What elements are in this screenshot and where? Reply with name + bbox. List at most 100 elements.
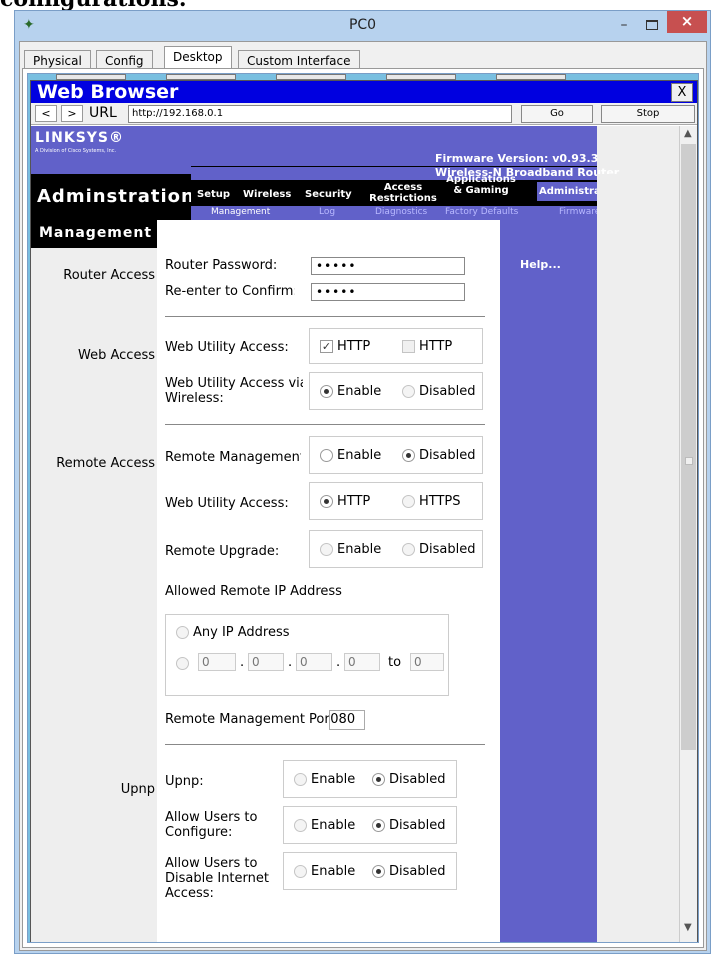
allowed-ip-box: Any IP Address 0 . 0 . 0 . 0 to 0 bbox=[165, 614, 449, 696]
subnav-log[interactable]: Log bbox=[319, 207, 335, 217]
upnp-enable-option[interactable]: Enable bbox=[294, 772, 355, 787]
reenter-password-label: Re-enter to Confirm: bbox=[165, 284, 295, 299]
wireless-disable-radio[interactable] bbox=[402, 385, 415, 398]
router-password-input[interactable]: ••••• bbox=[311, 257, 465, 275]
label-remote-access: Remote Access bbox=[56, 456, 155, 471]
browser-close-button[interactable]: X bbox=[671, 83, 693, 102]
desktop-panel: Web Browser X < > URL http://192.168.0.1… bbox=[22, 68, 704, 948]
web-utility-access-label: Web Utility Access: bbox=[165, 340, 289, 355]
wireless-enable-option[interactable]: Enable bbox=[320, 384, 381, 399]
allow-config-enable-option[interactable]: Enable bbox=[294, 818, 355, 833]
allow-config-disable-radio[interactable] bbox=[372, 819, 385, 832]
window-client: Physical Config Desktop Custom Interface… bbox=[19, 41, 707, 951]
nav-wireless[interactable]: Wireless bbox=[243, 189, 291, 200]
remote-web-utility-label: Web Utility Access: bbox=[165, 496, 289, 511]
linksys-logo-subtitle: A Division of Cisco Systems, Inc. bbox=[35, 148, 117, 154]
ip-range-end[interactable]: 0 bbox=[410, 653, 444, 671]
remote-upgrade-enable-radio[interactable] bbox=[320, 543, 333, 556]
remote-http-radio[interactable] bbox=[320, 495, 333, 508]
remote-upgrade-enable-option[interactable]: Enable bbox=[320, 542, 381, 557]
any-ip-option[interactable]: Any IP Address bbox=[176, 625, 300, 640]
ip-octet-3[interactable]: 0 bbox=[296, 653, 332, 671]
label-router-access: Router Access bbox=[63, 268, 155, 283]
nav-access-restrictions[interactable]: Access Restrictions bbox=[367, 182, 439, 204]
upnp-disable-option[interactable]: Disabled bbox=[372, 772, 456, 787]
remote-upgrade-label: Remote Upgrade: bbox=[165, 544, 280, 559]
browser-nav-bar: < > URL http://192.168.0.1 Go Stop bbox=[31, 103, 697, 125]
subsection-title: Management bbox=[39, 225, 153, 241]
remote-upgrade-disable-option[interactable]: Disabled bbox=[402, 542, 482, 557]
http-checkbox[interactable]: ✓ bbox=[320, 340, 333, 353]
remote-https-radio[interactable] bbox=[402, 495, 415, 508]
ip-octet-2[interactable]: 0 bbox=[248, 653, 284, 671]
allow-disable-disable-radio[interactable] bbox=[372, 865, 385, 878]
window-titlebar[interactable]: ✦ PC0 – × bbox=[15, 11, 710, 41]
nav-applications-gaming[interactable]: Applications & Gaming bbox=[445, 174, 517, 196]
scroll-grip-icon bbox=[685, 457, 693, 465]
subnav-diagnostics[interactable]: Diagnostics bbox=[375, 207, 427, 217]
nav-setup[interactable]: Setup bbox=[197, 189, 230, 200]
reenter-password-input[interactable]: ••••• bbox=[311, 283, 465, 301]
pc0-window: ✦ PC0 – × Physical Config Desktop Custom… bbox=[14, 10, 711, 954]
router-main-nav: Setup Wireless Security Access Restricti… bbox=[191, 174, 625, 206]
label-upnp: Upnp bbox=[120, 782, 155, 797]
firmware-version: Firmware Version: v0.93.3 bbox=[435, 152, 599, 165]
allow-disable-disable-option[interactable]: Disabled bbox=[372, 864, 456, 879]
go-button[interactable]: Go bbox=[521, 105, 593, 123]
upnp-disable-radio[interactable] bbox=[372, 773, 385, 786]
any-ip-radio[interactable] bbox=[176, 626, 189, 639]
browser-title: Web Browser bbox=[31, 81, 697, 103]
allow-config-enable-radio[interactable] bbox=[294, 819, 307, 832]
label-web-access: Web Access bbox=[78, 348, 155, 363]
allow-config-disable-option[interactable]: Disabled bbox=[372, 818, 456, 833]
web-access-wireless-label: Web Utility Access via Wireless: bbox=[165, 376, 303, 406]
upnp-enable-radio[interactable] bbox=[294, 773, 307, 786]
remote-management-label: Remote Management: bbox=[165, 450, 301, 465]
minimize-button[interactable]: – bbox=[611, 16, 637, 36]
scroll-thumb[interactable] bbox=[681, 144, 696, 750]
remote-mgmt-disable-radio[interactable] bbox=[402, 449, 415, 462]
close-button[interactable]: × bbox=[667, 11, 707, 33]
remote-http-option[interactable]: HTTP bbox=[320, 494, 370, 509]
remote-upgrade-disable-radio[interactable] bbox=[402, 543, 415, 556]
stop-button[interactable]: Stop bbox=[601, 105, 695, 123]
scroll-down-icon[interactable]: ▼ bbox=[684, 922, 692, 933]
vertical-scrollbar[interactable]: ▲ ▼ bbox=[679, 126, 697, 942]
remote-https-option[interactable]: HTTPS bbox=[402, 494, 461, 509]
subnav-management[interactable]: Management bbox=[211, 207, 270, 217]
allow-disable-enable-radio[interactable] bbox=[294, 865, 307, 878]
remote-mgmt-enable-radio[interactable] bbox=[320, 449, 333, 462]
help-link[interactable]: Help... bbox=[520, 258, 561, 271]
wireless-disable-option[interactable]: Disabled bbox=[402, 384, 482, 399]
nav-security[interactable]: Security bbox=[305, 189, 352, 200]
url-input[interactable]: http://192.168.0.1 bbox=[128, 105, 512, 123]
allowed-remote-ip-label: Allowed Remote IP Address: bbox=[165, 584, 343, 599]
allow-disable-enable-option[interactable]: Enable bbox=[294, 864, 355, 879]
remote-mgmt-enable-option[interactable]: Enable bbox=[320, 448, 381, 463]
https-checkbox-option[interactable]: HTTP bbox=[402, 339, 452, 354]
allow-disable-internet-label: Allow Users to Disable Internet Access: bbox=[165, 856, 269, 901]
ip-octet-4[interactable]: 0 bbox=[344, 653, 380, 671]
scroll-up-icon[interactable]: ▲ bbox=[684, 128, 692, 139]
help-column: Help... bbox=[499, 220, 597, 942]
back-button[interactable]: < bbox=[35, 105, 57, 122]
https-checkbox[interactable] bbox=[402, 340, 415, 353]
ip-to-label: to bbox=[388, 655, 402, 670]
wireless-enable-radio[interactable] bbox=[320, 385, 333, 398]
linksys-logo: LINKSYS® bbox=[35, 130, 124, 146]
maximize-button[interactable] bbox=[639, 16, 665, 36]
tab-strip: Physical Config Desktop Custom Interface bbox=[20, 46, 706, 73]
ip-octet-1[interactable]: 0 bbox=[198, 653, 236, 671]
remote-management-port-input[interactable]: 8080 bbox=[329, 710, 365, 730]
subnav-factory-defaults[interactable]: Factory Defaults bbox=[445, 207, 518, 217]
url-label: URL bbox=[89, 105, 117, 121]
settings-form: Router Password: ••••• Re-enter to Confi… bbox=[157, 220, 499, 942]
ip-range-radio[interactable] bbox=[176, 657, 189, 670]
http-checkbox-option[interactable]: ✓ HTTP bbox=[320, 339, 370, 354]
forward-button[interactable]: > bbox=[61, 105, 83, 122]
router-sub-nav: Management Log Diagnostics Factory Defau… bbox=[191, 206, 642, 220]
remote-mgmt-disable-option[interactable]: Disabled bbox=[402, 448, 482, 463]
page-viewport: LINKSYS® A Division of Cisco Systems, In… bbox=[31, 126, 679, 942]
allow-configure-label: Allow Users to Configure: bbox=[165, 810, 258, 840]
section-title: Adminstration bbox=[37, 186, 195, 207]
